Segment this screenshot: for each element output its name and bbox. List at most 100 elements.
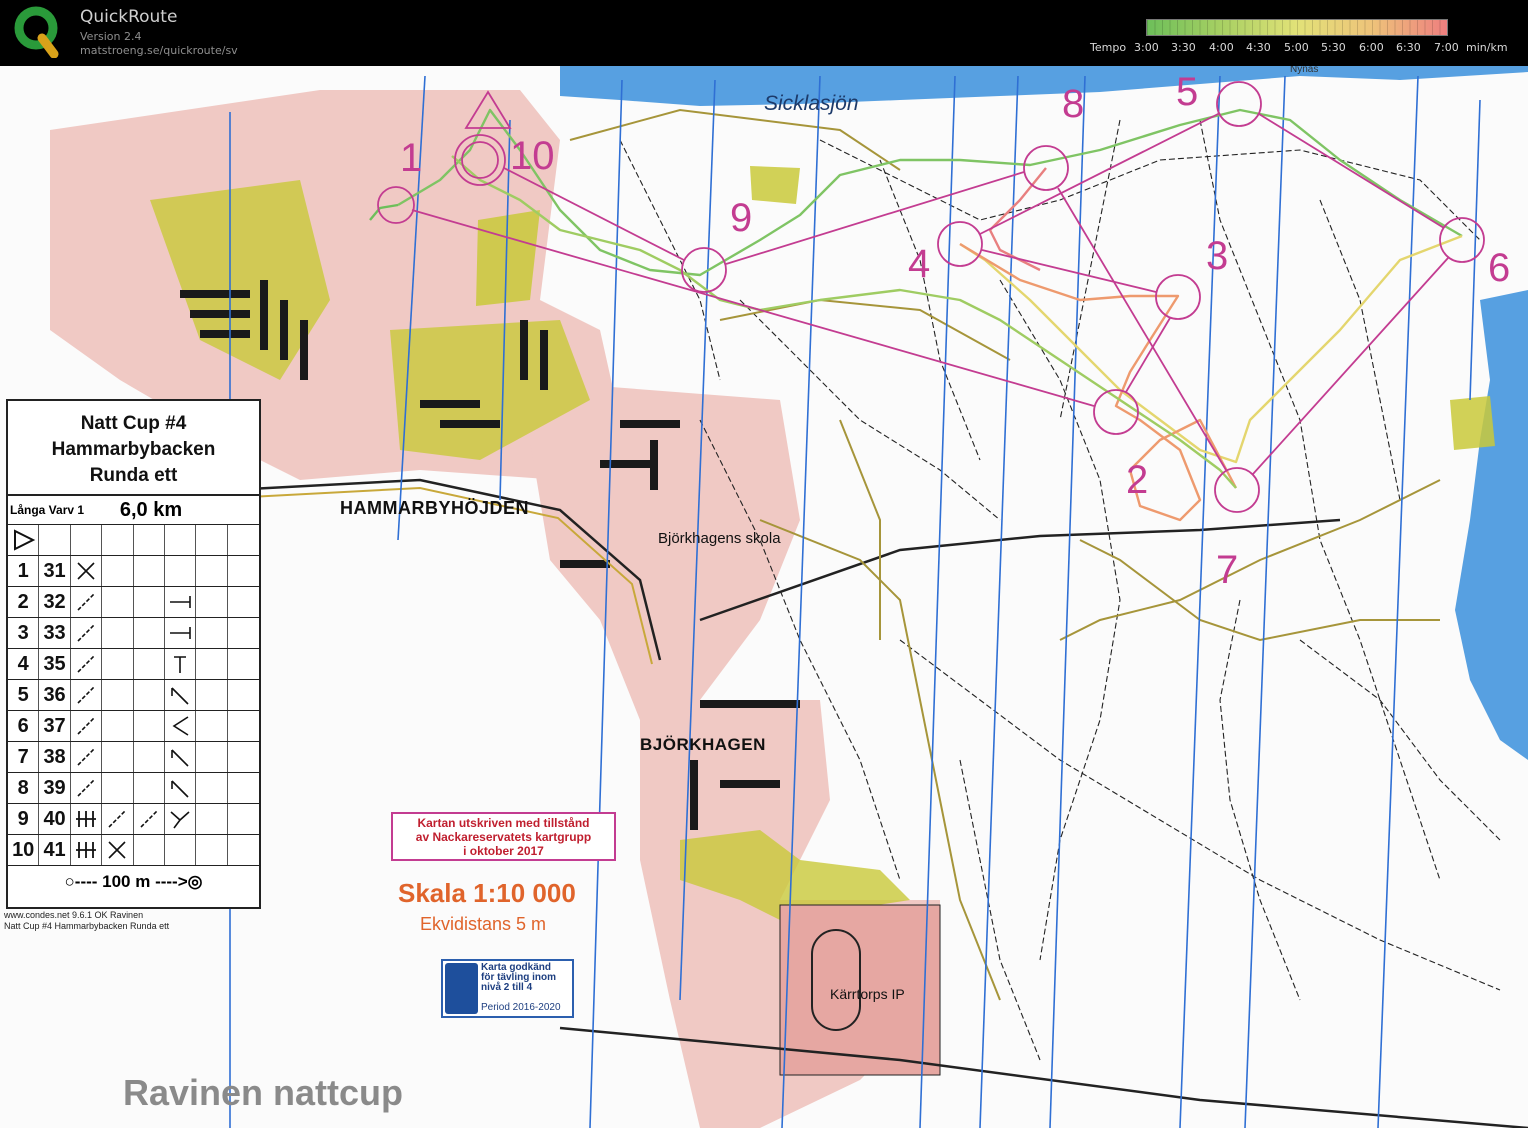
badge-period: Period 2016-2020 [481, 1002, 561, 1013]
control-number: 10 [510, 134, 555, 178]
path-angle-icon [165, 711, 197, 741]
empty-cell [134, 835, 165, 865]
empty-cell [165, 556, 197, 586]
marsh-bars-icon [71, 804, 103, 834]
lake-shore-east [1455, 290, 1528, 760]
empty-cell [196, 711, 228, 741]
path-junction-icon [165, 587, 197, 617]
control-number: 7 [1216, 548, 1239, 592]
place-bjorkhagen: BJÖRKHAGEN [640, 735, 766, 754]
print-permission-note: Kartan utskriven med tillstånd av Nackar… [391, 812, 616, 861]
path-icon [71, 649, 103, 679]
tempo-tick: 5:00 [1284, 41, 1309, 54]
path-bend-icon [165, 680, 197, 710]
control-sequence-number: 7 [8, 742, 40, 772]
empty-cell [196, 742, 228, 772]
course-length: 6,0 km [119, 498, 183, 521]
empty-cell [228, 587, 259, 617]
open-land-east [1450, 396, 1495, 450]
tempo-tick: 4:00 [1209, 41, 1234, 54]
empty-cell [102, 556, 134, 586]
control-description-row: 5 36 [8, 680, 259, 711]
course-info-row: Långa Varv 1 6,0 km [8, 496, 259, 525]
path-icon [102, 804, 134, 834]
control-sequence-number: 4 [8, 649, 40, 679]
map-approval-badge: Karta godkänd för tävling inom nivå 2 ti… [441, 959, 574, 1018]
control-description-row: 7 38 [8, 742, 259, 773]
permission-line: av Nackareservatets kartgrupp [415, 830, 592, 844]
control-description-sheet: Natt Cup #4 Hammarbybacken Runda ett Lån… [6, 399, 261, 909]
tempo-tick: 6:00 [1359, 41, 1384, 54]
empty-cell [228, 711, 259, 741]
tempo-tick: 3:30 [1171, 41, 1196, 54]
marsh-bars-icon [71, 835, 103, 865]
path-icon [71, 742, 103, 772]
app-version: Version 2.4 [80, 30, 142, 43]
path-icon [71, 711, 103, 741]
lake-name: Sicklasjön [764, 92, 859, 115]
empty-cell [102, 711, 134, 741]
control-code: 39 [39, 773, 71, 803]
path-bend-icon [165, 773, 197, 803]
app-header: QuickRoute Version 2.4 matstroeng.se/qui… [0, 0, 1528, 66]
empty-cell [228, 804, 259, 834]
finish-instruction: ○---- 100 m ---->◎ [64, 872, 203, 891]
control-number: 6 [1488, 246, 1511, 290]
control-sequence-number: 9 [8, 804, 40, 834]
tempo-tick: 4:30 [1246, 41, 1271, 54]
crossing-icon [102, 835, 134, 865]
app-url: matstroeng.se/quickroute/sv [80, 44, 238, 57]
path-icon [71, 773, 103, 803]
path-junction-icon [165, 618, 197, 648]
empty-cell [102, 649, 134, 679]
start-triangle-icon [8, 525, 40, 555]
control-description-row: 1 31 [8, 556, 259, 587]
control-sequence-number: 5 [8, 680, 40, 710]
permission-line: Kartan utskriven med tillstånd [417, 816, 590, 830]
empty-cell [228, 773, 259, 803]
empty-cell [165, 835, 197, 865]
empty-cell [196, 587, 228, 617]
path-icon [71, 680, 103, 710]
crossing-icon [71, 556, 103, 586]
course-title-line: Hammarbybacken [51, 439, 216, 460]
course-title-line: Runda ett [89, 465, 178, 486]
empty-cell [102, 773, 134, 803]
control-code: 37 [39, 711, 71, 741]
control-number: 1 [400, 136, 423, 180]
badge-text-line: nivå 2 till 4 [481, 982, 533, 993]
empty-cell [102, 680, 134, 710]
print-source-line: Natt Cup #4 Hammarbybacken Runda ett [4, 921, 170, 931]
empty-cell [228, 835, 259, 865]
empty-cell [196, 649, 228, 679]
badge-text: Karta godkänd för tävling inom nivå 2 ti… [481, 963, 573, 993]
control-number: 2 [1126, 458, 1149, 502]
control-sequence-number: 8 [8, 773, 40, 803]
empty-cell [228, 556, 259, 586]
print-source-line: www.condes.net 9.6.1 OK Ravinen [4, 910, 144, 920]
empty-cell [196, 618, 228, 648]
path-end-icon [165, 649, 197, 679]
empty-cell [134, 556, 165, 586]
control-description-row: 9 40 [8, 804, 259, 835]
path-icon [71, 587, 103, 617]
empty-cell [228, 618, 259, 648]
control-number: 3 [1206, 234, 1229, 278]
empty-cell [134, 649, 165, 679]
federation-logo-icon [445, 963, 478, 1014]
empty-cell [134, 711, 165, 741]
control-code: 38 [39, 742, 71, 772]
tempo-tick: 7:00 [1434, 41, 1459, 54]
empty-cell [196, 804, 228, 834]
road-label: Nynäs [1290, 66, 1319, 75]
path-icon [134, 804, 165, 834]
control-code: 31 [39, 556, 71, 586]
place-hammarbyhojden: HAMMARBYHÖJDEN [340, 498, 530, 518]
club-name: Ravinen nattcup [123, 1072, 404, 1113]
open-land-north [750, 166, 800, 204]
control-code: 41 [39, 835, 71, 865]
control-sequence-number: 6 [8, 711, 40, 741]
course-class: Långa Varv 1 [10, 503, 85, 517]
tempo-label: Tempo [1090, 41, 1127, 54]
path-bend-icon [165, 742, 197, 772]
